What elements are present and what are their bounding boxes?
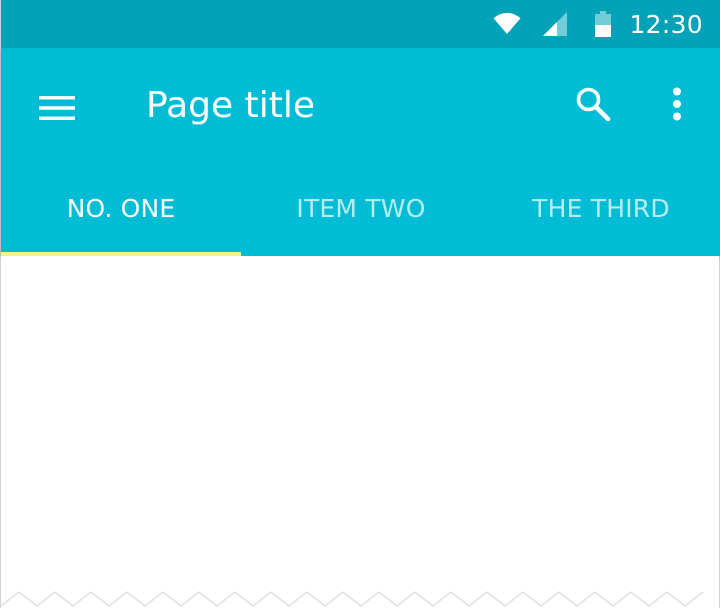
tab-label: THE THIRD [532,193,670,223]
more-vert-icon [673,87,681,121]
content-area [1,256,719,608]
app-bar: Page title NO. ONE ITEM TWO THE THIRD [1,48,720,256]
tab-no-one[interactable]: NO. ONE [1,160,241,256]
search-button[interactable] [563,74,623,134]
tab-item-two[interactable]: ITEM TWO [241,160,481,256]
more-options-button[interactable] [649,76,705,132]
tab-the-third[interactable]: THE THIRD [481,160,720,256]
tab-label: ITEM TWO [296,193,426,223]
status-clock: 12:30 [629,9,703,39]
wifi-icon [493,13,521,34]
device-frame: 12:30 Page title NO. ONE ITEM TWO THE TH… [0,0,720,608]
battery-icon [595,11,612,37]
tab-bar: NO. ONE ITEM TWO THE THIRD [1,160,720,256]
search-icon [576,87,611,122]
page-title: Page title [146,85,315,126]
status-icons: 12:30 [493,0,703,48]
tab-label: NO. ONE [66,193,176,223]
menu-button[interactable] [25,76,89,140]
status-bar: 12:30 [1,0,720,48]
cell-signal-icon [543,12,568,36]
menu-icon [39,96,75,120]
torn-edge-divider [1,591,704,607]
